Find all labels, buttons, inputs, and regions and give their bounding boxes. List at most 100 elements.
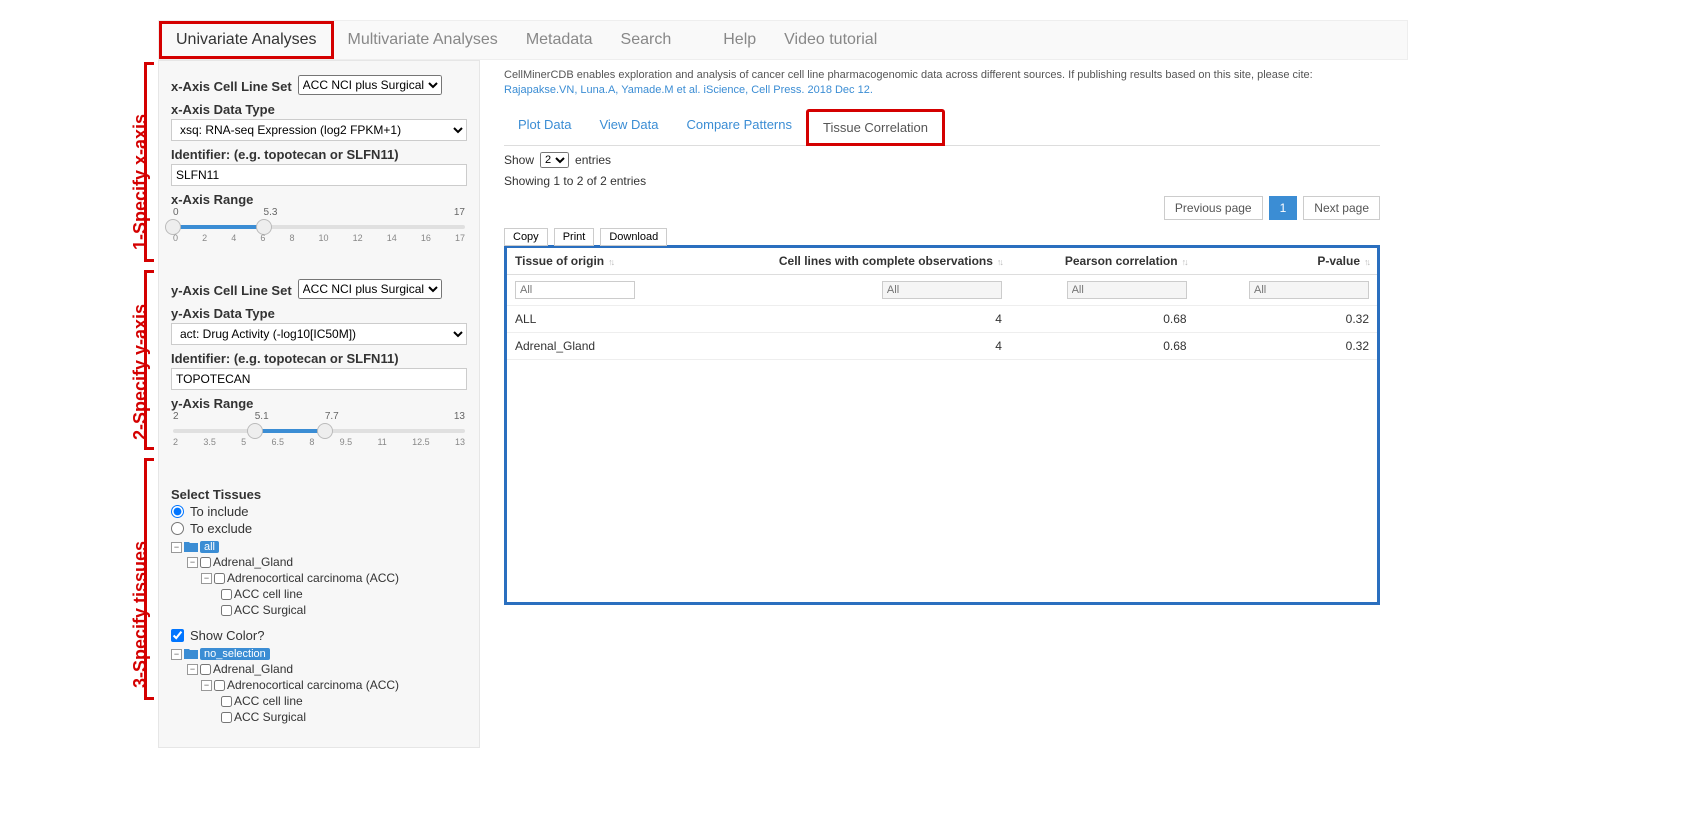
intro-text: CellMinerCDB enables exploration and ana…	[504, 68, 1380, 99]
sort-icon: ↑↓	[1364, 257, 1369, 267]
label-specify-x: 1-Specify x-axis	[130, 114, 151, 250]
tab-video[interactable]: Video tutorial	[770, 21, 891, 59]
results-table-frame: Tissue of origin↑↓ Cell lines with compl…	[504, 245, 1380, 605]
tree-node-surg[interactable]: ACC Surgical	[234, 710, 306, 724]
tree-node-acc[interactable]: Adrenocortical carcinoma (ACC)	[227, 571, 399, 585]
page-1-button[interactable]: 1	[1269, 196, 1298, 220]
tree-toggle[interactable]: −	[201, 573, 212, 584]
tree-checkbox[interactable]	[221, 589, 232, 600]
tree-toggle[interactable]: −	[187, 557, 198, 568]
annotation-sidebar: 1-Specify x-axis 2-Specify y-axis 3-Spec…	[100, 60, 158, 748]
x-range-label: x-Axis Range	[171, 192, 467, 207]
download-button[interactable]: Download	[600, 228, 667, 246]
citation-link[interactable]: Rajapakse.VN, Luna.A, Yamade.M et al. iS…	[504, 84, 873, 96]
y-id-label: Identifier: (e.g. topotecan or SLFN11)	[171, 351, 467, 366]
tab-univariate[interactable]: Univariate Analyses	[159, 21, 334, 59]
y-datatype-select[interactable]: act: Drug Activity (-log10[IC50M])	[171, 323, 467, 345]
subtab-compare[interactable]: Compare Patterns	[673, 109, 807, 145]
cell-n: 4	[689, 305, 1010, 332]
tissue-tree-include: −all −Adrenal_Gland −Adrenocortical carc…	[171, 540, 467, 618]
tree-checkbox[interactable]	[221, 696, 232, 707]
sort-icon: ↑↓	[608, 257, 613, 267]
cell-p: 0.32	[1195, 305, 1377, 332]
tree-node-surg[interactable]: ACC Surgical	[234, 603, 306, 617]
cell-r: 0.68	[1010, 305, 1195, 332]
tree-root-all[interactable]: all	[200, 541, 219, 553]
show-color-checkbox[interactable]: Show Color?	[171, 628, 467, 643]
x-cellset-select[interactable]: ACC NCI plus Surgical	[298, 75, 442, 95]
entries-select[interactable]: 2	[540, 152, 569, 168]
x-id-input[interactable]	[171, 164, 467, 186]
tree-checkbox[interactable]	[200, 557, 211, 568]
radio-exclude[interactable]: To exclude	[171, 521, 467, 536]
folder-icon	[184, 541, 198, 553]
filter-n[interactable]	[882, 281, 1002, 299]
subtab-plot[interactable]: Plot Data	[504, 109, 585, 145]
table-info: Showing 1 to 2 of 2 entries	[504, 174, 1380, 188]
y-range-label: y-Axis Range	[171, 396, 467, 411]
x-cellset-label: x-Axis Cell Line Set	[171, 79, 292, 94]
col-p[interactable]: P-value↑↓	[1195, 248, 1377, 275]
y-datatype-label: y-Axis Data Type	[171, 306, 467, 321]
tab-help[interactable]: Help	[709, 21, 770, 59]
tab-metadata[interactable]: Metadata	[512, 21, 607, 59]
y-range-slider[interactable]: 2 5.1 7.7 13 23.556.589.51112.513	[173, 415, 465, 455]
col-r[interactable]: Pearson correlation↑↓	[1010, 248, 1195, 275]
tissue-tree-color: −no_selection −Adrenal_Gland −Adrenocort…	[171, 647, 467, 725]
col-n[interactable]: Cell lines with complete observations↑↓	[689, 248, 1010, 275]
folder-icon	[184, 648, 198, 660]
table-row: Adrenal_Gland 4 0.68 0.32	[507, 332, 1377, 359]
sub-tabs: Plot Data View Data Compare Patterns Tis…	[504, 109, 1380, 146]
pagination: Previous page 1 Next page	[504, 196, 1380, 220]
controls-panel: x-Axis Cell Line Set ACC NCI plus Surgic…	[158, 60, 480, 748]
tree-checkbox[interactable]	[214, 680, 225, 691]
col-tissue[interactable]: Tissue of origin↑↓	[507, 248, 689, 275]
prev-page-button[interactable]: Previous page	[1164, 196, 1263, 220]
sort-icon: ↑↓	[997, 257, 1002, 267]
tree-node-cell[interactable]: ACC cell line	[234, 587, 303, 601]
x-datatype-select[interactable]: xsq: RNA-seq Expression (log2 FPKM+1)	[171, 119, 467, 141]
print-button[interactable]: Print	[554, 228, 595, 246]
tree-root-noselection[interactable]: no_selection	[200, 648, 270, 660]
tab-search[interactable]: Search	[607, 21, 686, 59]
tab-multivariate[interactable]: Multivariate Analyses	[334, 21, 512, 59]
subtab-view[interactable]: View Data	[585, 109, 672, 145]
radio-include[interactable]: To include	[171, 504, 467, 519]
cell-n: 4	[689, 332, 1010, 359]
x-range-slider[interactable]: 0 5.3 17 024681012141617	[173, 211, 465, 251]
copy-button[interactable]: Copy	[504, 228, 548, 246]
select-tissues-heading: Select Tissues	[171, 487, 467, 502]
filter-p[interactable]	[1249, 281, 1369, 299]
next-page-button[interactable]: Next page	[1303, 196, 1380, 220]
label-specify-y: 2-Specify y-axis	[130, 304, 151, 440]
x-id-label: Identifier: (e.g. topotecan or SLFN11)	[171, 147, 467, 162]
filter-tissue[interactable]	[515, 281, 635, 299]
tree-checkbox[interactable]	[214, 573, 225, 584]
cell-tissue: Adrenal_Gland	[507, 332, 689, 359]
filter-r[interactable]	[1067, 281, 1187, 299]
tree-node-adrenal[interactable]: Adrenal_Gland	[213, 555, 293, 569]
tree-node-acc[interactable]: Adrenocortical carcinoma (ACC)	[227, 678, 399, 692]
cell-p: 0.32	[1195, 332, 1377, 359]
cell-r: 0.68	[1010, 332, 1195, 359]
table-row: ALL 4 0.68 0.32	[507, 305, 1377, 332]
radio-include-input[interactable]	[171, 505, 184, 518]
radio-exclude-input[interactable]	[171, 522, 184, 535]
tree-toggle[interactable]: −	[171, 649, 182, 660]
show-color-input[interactable]	[171, 629, 184, 642]
tree-toggle[interactable]: −	[171, 542, 182, 553]
tree-checkbox[interactable]	[221, 605, 232, 616]
tree-toggle[interactable]: −	[201, 680, 212, 691]
subtab-tissue-corr[interactable]: Tissue Correlation	[806, 109, 945, 146]
tree-node-adrenal[interactable]: Adrenal_Gland	[213, 662, 293, 676]
y-id-input[interactable]	[171, 368, 467, 390]
label-specify-tissues: 3-Specify tissues	[130, 541, 151, 688]
tree-checkbox[interactable]	[200, 664, 211, 675]
tree-checkbox[interactable]	[221, 712, 232, 723]
y-cellset-select[interactable]: ACC NCI plus Surgical	[298, 279, 442, 299]
sort-icon: ↑↓	[1182, 257, 1187, 267]
tree-toggle[interactable]: −	[187, 664, 198, 675]
show-entries: Show 2 entries	[504, 152, 1380, 168]
main-panel: CellMinerCDB enables exploration and ana…	[480, 60, 1400, 748]
tree-node-cell[interactable]: ACC cell line	[234, 694, 303, 708]
